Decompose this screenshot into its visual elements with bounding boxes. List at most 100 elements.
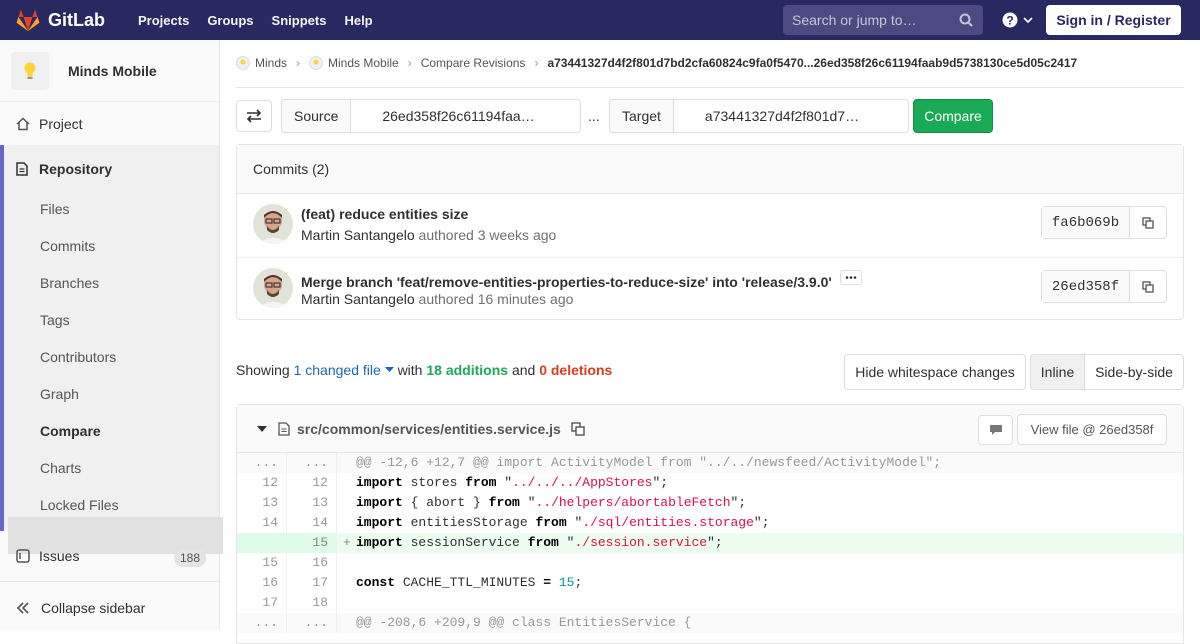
view-file-button[interactable]: View file @ 26ed358f [1017, 414, 1167, 445]
sidebar-item-files[interactable]: Files [40, 201, 70, 217]
copy-icon [1142, 280, 1154, 293]
copy-icon[interactable] [571, 422, 585, 436]
copy-sha-button[interactable] [1130, 271, 1166, 302]
swap-arrows-icon [246, 109, 262, 123]
double-chevron-left-icon [16, 602, 29, 614]
sidebar-item-repository[interactable]: Repository [0, 159, 219, 179]
sidebar-item-graph[interactable]: Graph [40, 386, 79, 402]
added-marker: + [343, 535, 351, 550]
sidebar-item-locked-files[interactable]: Locked Files [40, 497, 119, 513]
avatar[interactable] [253, 268, 293, 308]
commit-author[interactable]: Martin Santangelo [301, 291, 415, 307]
new-line-number[interactable]: ... [287, 613, 337, 633]
expand-description-button[interactable] [839, 270, 862, 285]
sidebar-item-compare[interactable]: Compare [40, 423, 101, 439]
gitlab-logo[interactable]: GitLab [16, 9, 105, 31]
sidebar-item-commits[interactable]: Commits [40, 238, 95, 254]
document-icon [16, 162, 28, 176]
breadcrumb-current[interactable]: a73441327d4f2f801d7bd2cfa60824c9fa0f5470… [547, 56, 1077, 70]
code-token: from [527, 535, 559, 550]
inline-view-button[interactable]: Inline [1030, 354, 1085, 390]
sidebar-item-contributors[interactable]: Contributors [40, 349, 116, 365]
new-line-number[interactable]: 13 [287, 493, 337, 513]
code-string: ./session.service [574, 535, 708, 550]
caret-down-icon [384, 367, 394, 372]
collapse-sidebar-label: Collapse sidebar [41, 600, 146, 616]
chevron-down-icon[interactable] [257, 425, 267, 433]
file-icon [278, 422, 290, 436]
user-avatar-icon [253, 268, 293, 308]
target-revision-dropdown[interactable]: a73441327d4f2f801d7… [674, 100, 859, 132]
hide-whitespace-button[interactable]: Hide whitespace changes [844, 354, 1026, 390]
new-line-number[interactable]: 16 [287, 553, 337, 573]
code-line: import entitiesStorage from "./sql/entit… [356, 515, 770, 530]
breadcrumb-separator: › [534, 56, 539, 70]
issues-icon [16, 549, 30, 563]
old-line-number[interactable]: 14 [237, 513, 287, 533]
commit-sha-group: fa6b069b [1041, 206, 1167, 239]
new-line-number[interactable]: 15 [287, 533, 337, 553]
search-input[interactable]: Search or jump to… [783, 5, 983, 35]
code-line: import { abort } from "../helpers/aborta… [356, 495, 747, 510]
sidebar-project-header[interactable]: Minds Mobile [0, 40, 219, 102]
old-line-number[interactable]: 17 [237, 593, 287, 613]
nav-help[interactable]: Help [335, 13, 381, 28]
sidebar-item-branches[interactable]: Branches [40, 275, 99, 291]
svg-text:?: ? [1006, 14, 1013, 28]
ellipsis-icon [845, 276, 857, 279]
commit-title[interactable]: Merge branch 'feat/remove-entities-prope… [301, 274, 832, 290]
sidebar-item-tags[interactable]: Tags [40, 312, 70, 328]
help-dropdown[interactable]: ? [1002, 12, 1034, 28]
nav-projects[interactable]: Projects [129, 13, 198, 28]
swap-revisions-button[interactable] [236, 100, 272, 132]
old-line-number[interactable]: 15 [237, 553, 287, 573]
deletions-count: 0 deletions [539, 362, 613, 378]
sign-in-button[interactable]: Sign in / Register [1046, 5, 1181, 35]
new-line-number[interactable]: 14 [287, 513, 337, 533]
search-icon [959, 13, 973, 27]
side-by-side-button[interactable]: Side-by-side [1084, 354, 1184, 390]
sidebar-item-project[interactable]: Project [0, 114, 219, 134]
sidebar-item-issues[interactable]: Issues 188 [0, 545, 219, 567]
nav-groups[interactable]: Groups [198, 13, 262, 28]
breadcrumb-minds[interactable]: Minds [255, 56, 287, 70]
old-line-number[interactable]: ... [237, 613, 287, 633]
breadcrumb-minds-mobile[interactable]: Minds Mobile [328, 56, 399, 70]
code-line: @@ -12,6 +12,7 @@ import ActivityModel f… [356, 455, 942, 470]
commit-row: Merge branch 'feat/remove-entities-prope… [237, 257, 1183, 320]
sidebar-repository-section: Repository Files Commits Branches Tags C… [0, 145, 223, 554]
project-avatar [11, 51, 49, 90]
compare-button[interactable]: Compare [913, 99, 993, 133]
old-line-number[interactable]: 12 [237, 473, 287, 493]
new-line-number[interactable]: 12 [287, 473, 337, 493]
sidebar-divider [0, 581, 219, 582]
nav-snippets[interactable]: Snippets [263, 13, 336, 28]
file-path[interactable]: src/common/services/entities.service.js [297, 421, 561, 437]
diff-file-header: src/common/services/entities.service.js … [237, 405, 1183, 453]
copy-sha-button[interactable] [1130, 207, 1166, 238]
commit-meta: Martin Santangelo authored 16 minutes ag… [301, 291, 573, 307]
commit-sha[interactable]: 26ed358f [1042, 271, 1130, 302]
new-line-number[interactable]: 17 [287, 573, 337, 593]
commit-title[interactable]: (feat) reduce entities size [301, 206, 468, 222]
code-line: const CACHE_TTL_MINUTES = 15; [356, 575, 583, 590]
old-line-number[interactable]: ... [237, 453, 287, 473]
collapse-sidebar-button[interactable]: Collapse sidebar [0, 598, 219, 618]
changed-files-dropdown[interactable]: 1 changed file [294, 362, 394, 378]
breadcrumb-compare-revisions[interactable]: Compare Revisions [421, 56, 526, 70]
sidebar-item-charts[interactable]: Charts [40, 460, 81, 476]
old-line-number[interactable]: 16 [237, 573, 287, 593]
diff-hunk-header: ... ... @@ -208,6 +209,9 @@ class Entiti… [237, 613, 1183, 633]
breadcrumb: Minds › Minds Mobile › Compare Revisions… [236, 56, 1077, 70]
target-revision-group: Target a73441327d4f2f801d7… [609, 99, 909, 133]
commit-sha[interactable]: fa6b069b [1042, 207, 1130, 238]
commit-author[interactable]: Martin Santangelo [301, 227, 415, 243]
source-revision-dropdown[interactable]: 26ed358f26c61194faa… [351, 100, 534, 132]
old-line-number[interactable]: 13 [237, 493, 287, 513]
new-line-number[interactable]: ... [287, 453, 337, 473]
avatar[interactable] [253, 204, 293, 244]
old-line-number[interactable] [237, 533, 287, 553]
comment-button[interactable] [978, 415, 1013, 445]
new-line-number[interactable]: 18 [287, 593, 337, 613]
code-token: = [543, 575, 552, 590]
